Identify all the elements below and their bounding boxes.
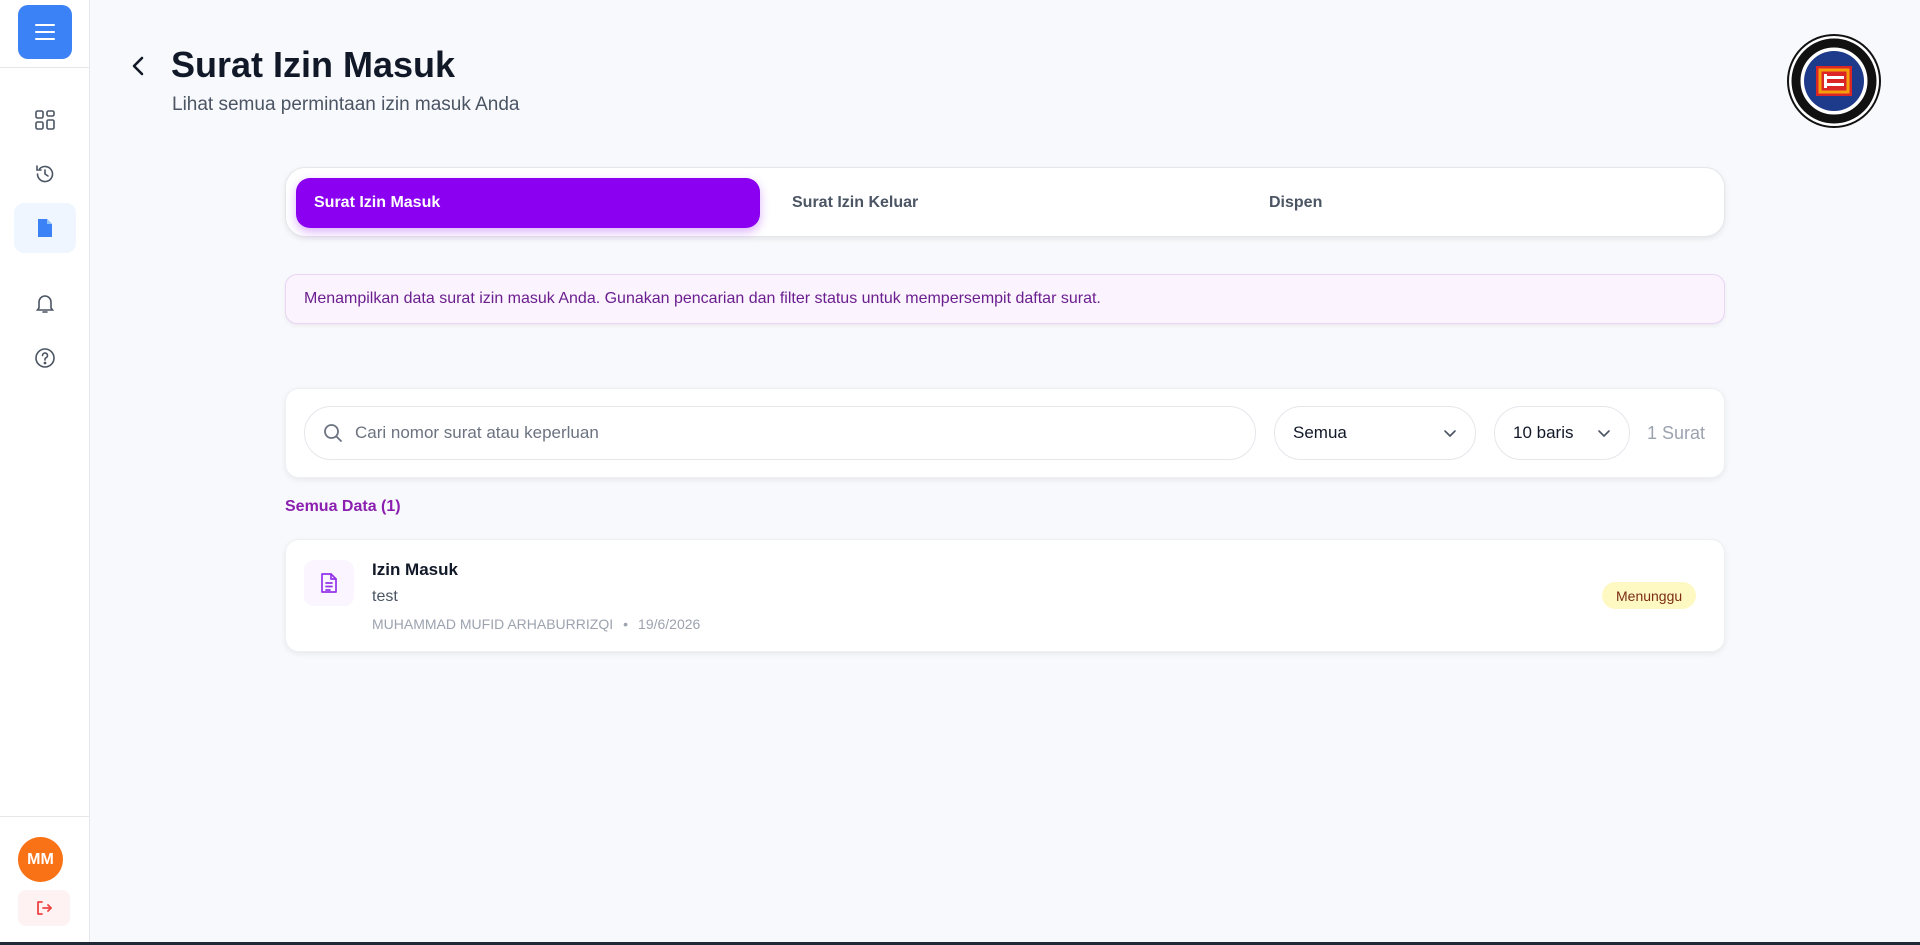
status-badge: Menunggu [1602, 582, 1697, 609]
page-subtitle: Lihat semua permintaan izin masuk Anda [172, 94, 520, 115]
rows-per-page-select[interactable]: 10 baris [1494, 406, 1630, 460]
status-badge-label: Menunggu [1616, 587, 1683, 604]
school-logo-icon [1787, 34, 1881, 128]
sidebar: MM [0, 0, 90, 945]
item-meta: MUHAMMAD MUFID ARHABURRIZQI • 19/6/2026 [372, 616, 700, 632]
tab-dispen[interactable]: Dispen [1269, 178, 1322, 228]
avatar-initials: MM [27, 850, 54, 868]
menu-icon [35, 24, 55, 40]
help-icon [35, 348, 55, 368]
document-badge [304, 560, 354, 606]
bell-icon [35, 295, 55, 313]
avatar[interactable]: MM [18, 837, 63, 882]
info-banner: Menampilkan data surat izin masuk Anda. … [285, 274, 1725, 324]
sidebar-divider [0, 816, 90, 817]
dashboard-icon [35, 110, 55, 130]
sidebar-divider [0, 67, 90, 68]
sidebar-item-documents[interactable] [14, 203, 76, 253]
status-filter-select[interactable]: Semua [1274, 406, 1476, 460]
rows-per-page-value: 10 baris [1513, 423, 1574, 442]
logout-button[interactable] [18, 890, 70, 926]
item-title: Izin Masuk [372, 560, 458, 579]
sidebar-item-history[interactable] [14, 149, 76, 199]
search-icon [324, 424, 342, 442]
menu-button[interactable] [18, 5, 72, 59]
meta-separator: • [623, 616, 629, 632]
search-box[interactable] [304, 406, 1256, 460]
filter-card: Semua 10 baris 1 Surat [285, 388, 1725, 478]
logout-icon [37, 901, 52, 915]
chevron-down-icon [1598, 430, 1610, 437]
sidebar-item-dashboard[interactable] [14, 95, 76, 145]
chevron-left-icon [132, 56, 144, 76]
search-input[interactable] [355, 423, 1235, 443]
back-button[interactable] [130, 48, 156, 84]
list-item[interactable]: Izin Masuk test MUHAMMAD MUFID ARHABURRI… [285, 539, 1725, 652]
document-icon [38, 219, 52, 237]
item-description: test [372, 588, 398, 605]
status-filter-value: Semua [1293, 423, 1347, 442]
result-count: 1 Surat [1647, 423, 1706, 443]
info-text: Menampilkan data surat izin masuk Anda. … [304, 290, 1101, 307]
sidebar-item-help[interactable] [14, 333, 76, 383]
item-date: 19/6/2026 [638, 616, 701, 632]
tab-surat-izin-masuk[interactable]: Surat Izin Masuk [296, 178, 760, 228]
page-title: Surat Izin Masuk [171, 44, 456, 85]
history-icon [36, 165, 54, 183]
document-text-icon [321, 573, 337, 593]
sidebar-item-notifications[interactable] [14, 278, 76, 328]
item-name: MUHAMMAD MUFID ARHABURRIZQI [372, 616, 614, 632]
chevron-down-icon [1444, 430, 1456, 437]
section-label: Semua Data (1) [285, 498, 401, 515]
tab-surat-izin-keluar[interactable]: Surat Izin Keluar [792, 178, 918, 228]
tab-bar: Surat Izin Masuk Surat Izin Keluar Dispe… [285, 167, 1725, 237]
